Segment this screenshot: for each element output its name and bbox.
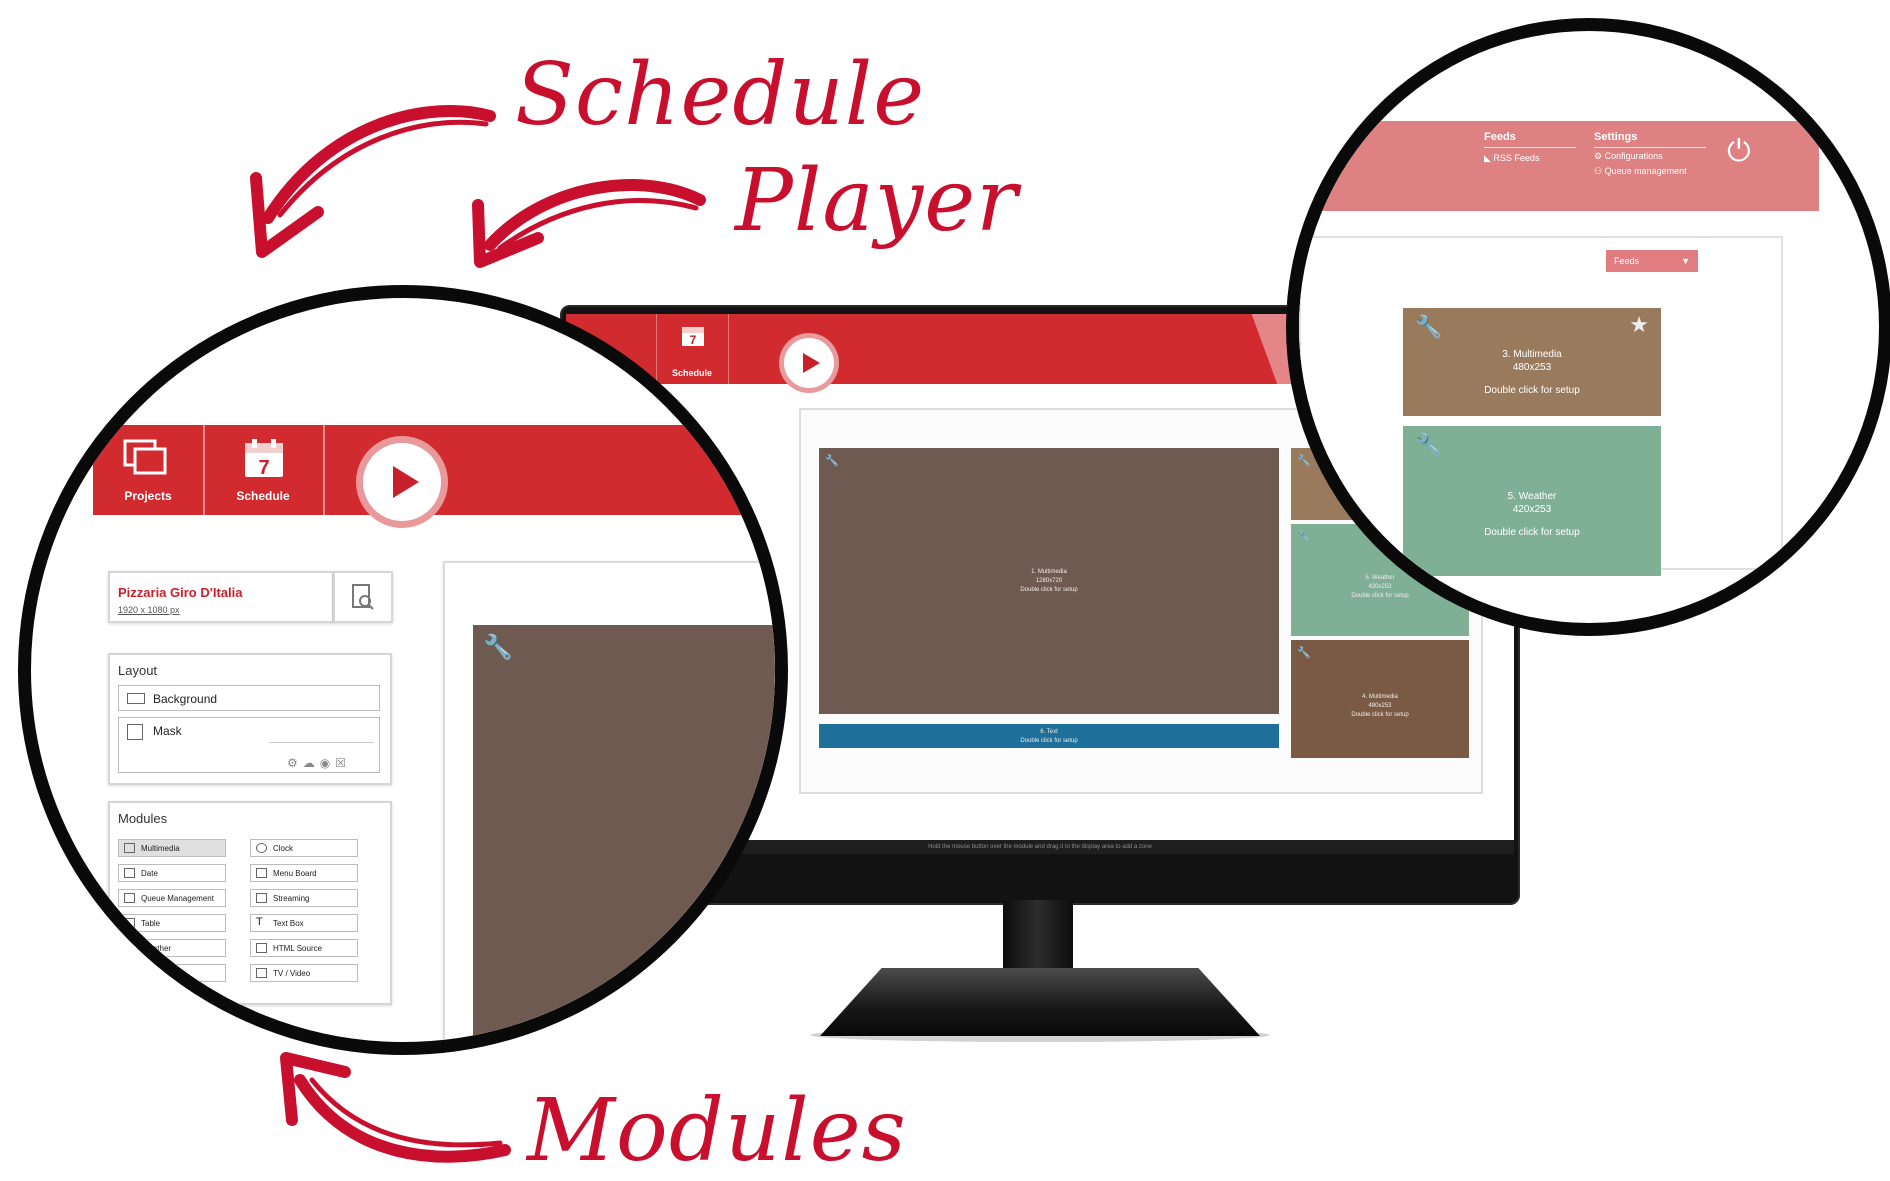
module-date[interactable]: Date (118, 864, 226, 882)
clock-icon (256, 843, 267, 853)
module-weather[interactable]: Weather (118, 939, 226, 957)
magnifier-left: Projects 7 Schedule Pizzaria Giro D'Ital… (18, 285, 788, 1055)
zone-main-hint: Double click for setup (1020, 586, 1078, 593)
wrench-icon[interactable]: 🔧 (1415, 316, 1442, 338)
zone-small-2[interactable]: 🔧 5. Weather 420x253 Double click for se… (1403, 426, 1661, 576)
tab-projects-label: Projects (124, 489, 172, 503)
play-icon[interactable] (363, 443, 441, 521)
wrench-icon[interactable]: 🔧 (1297, 646, 1311, 659)
zone-small-1-size: 480x253 (1512, 362, 1552, 373)
monitor-stand-base (820, 968, 1260, 1036)
html-icon (256, 943, 267, 953)
tab-schedule[interactable]: 7 Schedule (203, 425, 325, 515)
zone-small-2-title: 5. Weather (1507, 491, 1557, 502)
layout-title: Layout (118, 663, 158, 678)
callout-player: Player (735, 151, 1019, 251)
layout-item-background[interactable]: Background (118, 685, 380, 711)
zone-small-2-hint: Double click for setup (1484, 527, 1580, 538)
gear-icon: ⚙ (1594, 151, 1605, 161)
module-html-source[interactable]: HTML Source (250, 939, 358, 957)
zone-small-1-title: 3. Multimedia (1502, 349, 1562, 360)
projects-icon (123, 439, 167, 475)
zone-ticker-hint: Double click for setup (1020, 738, 1078, 744)
menu-item-queue-management[interactable]: ⚇ Queue management (1594, 166, 1687, 177)
module-multimedia[interactable]: Multimedia (118, 839, 226, 857)
top-navigation-bar: Feeds ◣ RSS Feeds Settings ⚙ Configurati… (1299, 121, 1819, 211)
streaming-icon (256, 893, 267, 903)
background-icon (127, 693, 145, 704)
menu-board-icon (256, 868, 267, 878)
module-clock[interactable]: Clock (250, 839, 358, 857)
table-icon (124, 918, 135, 928)
layout-item-mask[interactable]: Mask ⚙☁◉☒ (118, 717, 380, 773)
zone-small-1[interactable]: 🔧 ★ 3. Multimedia 480x253 Double click f… (1403, 308, 1661, 416)
wrench-icon[interactable]: 🔧 (483, 633, 513, 662)
tab-projects[interactable]: Projects (93, 425, 205, 515)
menu-item-configurations[interactable]: ⚙ Configurations (1594, 151, 1663, 162)
document-search-icon (352, 584, 374, 610)
zone-main-size: 1280x720 (1035, 577, 1063, 584)
tv-icon (256, 968, 267, 978)
zone-main[interactable]: 🔧 (473, 625, 775, 1042)
feeds-dropdown[interactable]: Feeds ▼ (1606, 250, 1698, 272)
layout-item-mask-label: Mask (153, 724, 182, 738)
module-table[interactable]: Table (118, 914, 226, 932)
mask-action-icons[interactable]: ⚙☁◉☒ (287, 750, 351, 776)
top-navigation-bar: Projects 7 Schedule (93, 425, 775, 521)
zone-main-title: 1. Multimedia (1031, 568, 1067, 575)
module-unlabeled[interactable] (118, 964, 226, 982)
project-file-button[interactable] (333, 571, 393, 623)
module-streaming[interactable]: Streaming (250, 889, 358, 907)
module-tv-video[interactable]: TV / Video (250, 964, 358, 982)
text-icon: T (256, 916, 263, 928)
multimedia-icon (124, 843, 135, 853)
project-panel: Pizzaria Giro D'Italia 1920 x 1080 px (108, 571, 334, 623)
modules-panel: Modules Multimedia Clock Date Menu Board… (108, 801, 392, 1005)
zone-small-2-size: 420x253 (1512, 504, 1552, 515)
chevron-down-icon: ▼ (1681, 256, 1690, 266)
settings-heading: Settings (1594, 131, 1638, 143)
layout-panel: Layout Background Mask ⚙☁◉☒ (108, 653, 392, 785)
zone-ticker[interactable]: 6. Text Double click for setup (819, 724, 1279, 748)
display-canvas[interactable]: Feeds ▼ 🔧 ★ 3. Multimedia 480x253 Double… (1299, 236, 1783, 576)
magnifier-right: Feeds ◣ RSS Feeds Settings ⚙ Configurati… (1286, 18, 1890, 636)
display-canvas[interactable]: 🔧 (443, 561, 775, 1042)
play-icon[interactable] (784, 338, 834, 388)
calendar-day: 7 (258, 457, 269, 479)
zone-main[interactable]: 🔧 1. Multimedia 1280x720 Double click fo… (819, 448, 1279, 714)
queue-icon (124, 893, 135, 903)
wrench-icon[interactable]: 🔧 (1415, 434, 1442, 456)
zone-small-3-title: 4. Multimedia (1362, 694, 1398, 701)
module-text-box[interactable]: T Text Box (250, 914, 358, 932)
monitor-stand-neck (1003, 900, 1073, 975)
zone-ticker-title: 6. Text (1040, 729, 1058, 735)
module-icon (124, 968, 135, 978)
menu-item-rss-feeds[interactable]: ◣ RSS Feeds (1484, 153, 1539, 164)
callout-modules: Modules (527, 1081, 907, 1181)
tab-schedule-label: Schedule (236, 489, 290, 503)
callout-schedule: Schedule (515, 45, 926, 145)
star-icon[interactable]: ★ (1629, 314, 1649, 336)
zone-small-3[interactable]: 🔧 4. Multimedia 480x253 Double click for… (1291, 640, 1469, 758)
module-menu-board[interactable]: Menu Board (250, 864, 358, 882)
zone-small-3-hint: Double click for setup (1351, 712, 1409, 719)
layout-item-background-label: Background (153, 692, 218, 706)
feeds-heading: Feeds (1484, 131, 1516, 143)
mask-icon (127, 724, 143, 740)
calendar-icon: 7 (245, 439, 283, 479)
power-icon[interactable]: ⏻ (1727, 135, 1751, 169)
zone-small-3-size: 480x253 (1368, 703, 1392, 710)
rss-icon: ◣ (1484, 153, 1494, 163)
users-icon: ⚇ (1594, 166, 1605, 176)
wrench-icon[interactable]: 🔧 (825, 454, 839, 467)
module-queue-management[interactable]: Queue Management (118, 889, 226, 907)
weather-icon (124, 943, 135, 953)
project-resolution[interactable]: 1920 x 1080 px (118, 605, 180, 615)
date-icon (124, 868, 135, 878)
project-name: Pizzaria Giro D'Italia (118, 585, 243, 600)
zone-small-1-hint: Double click for setup (1484, 385, 1580, 396)
modules-title: Modules (118, 811, 168, 826)
